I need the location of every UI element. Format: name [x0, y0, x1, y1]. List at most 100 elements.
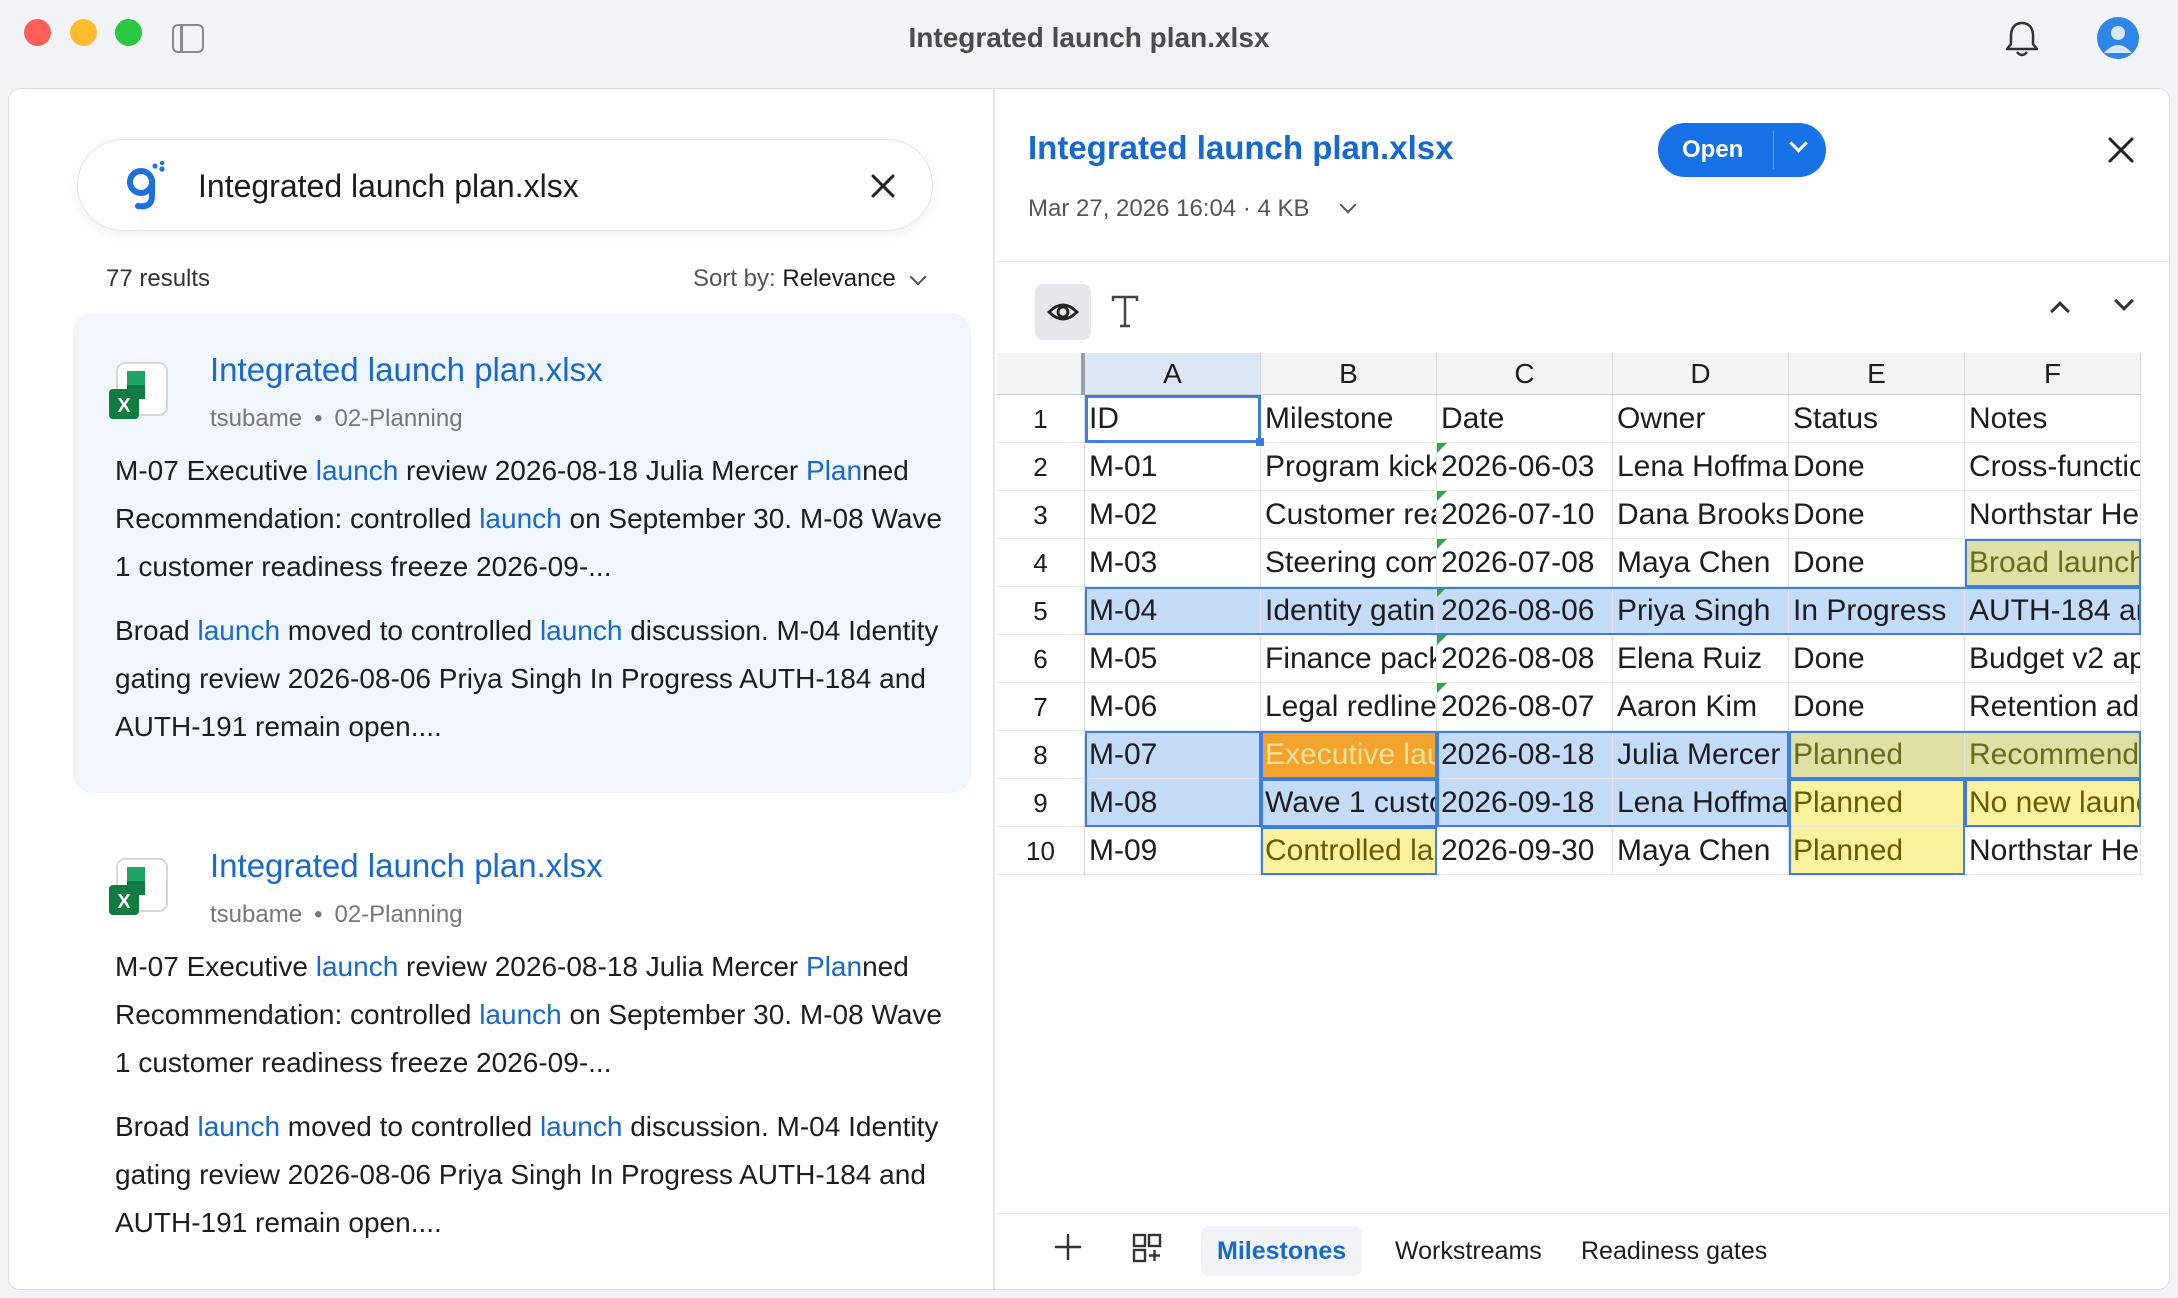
result-title[interactable]: Integrated launch plan.xlsx — [210, 351, 603, 389]
row-header[interactable]: 7 — [997, 683, 1085, 731]
sheet-cell[interactable]: 2026-06-03 — [1437, 443, 1613, 491]
chevron-down-icon[interactable] — [2114, 291, 2134, 311]
sheet-cell[interactable]: Priya Singh — [1613, 587, 1789, 635]
sheet-cell[interactable]: M-05 — [1085, 635, 1261, 683]
column-header[interactable]: F — [1965, 353, 2141, 395]
sheet-cell[interactable]: 2026-07-08 — [1437, 539, 1613, 587]
sheet-list-icon[interactable] — [1131, 1232, 1163, 1264]
result-card[interactable]: X Integrated launch plan.xlsx tsubame • 02… — [73, 313, 971, 793]
close-preview-icon[interactable] — [2105, 134, 2137, 166]
sheet-cell[interactable]: Date — [1437, 395, 1613, 443]
search-box[interactable]: Integrated launch plan.xlsx — [77, 139, 933, 231]
sheet-cell[interactable]: Planned — [1789, 827, 1965, 875]
sheet-cell[interactable]: 2026-08-06 — [1437, 587, 1613, 635]
row-header[interactable]: 8 — [997, 731, 1085, 779]
sheet-cell[interactable]: Planned — [1789, 779, 1965, 827]
plus-icon[interactable] — [1053, 1232, 1083, 1262]
sheet-cell[interactable]: Broad launch — [1965, 539, 2141, 587]
sheet-cell[interactable]: Maya Chen — [1613, 827, 1789, 875]
row-header[interactable]: 4 — [997, 539, 1085, 587]
column-header[interactable]: D — [1613, 353, 1789, 395]
sheet-cell[interactable]: Wave 1 customer — [1261, 779, 1437, 827]
row-header[interactable]: 2 — [997, 443, 1085, 491]
sort-dropdown[interactable]: Sort by: Relevance — [693, 265, 927, 293]
sheet-cell[interactable]: No new launch — [1965, 779, 2141, 827]
sheet-cell[interactable]: Program kickoff — [1261, 443, 1437, 491]
sheet-cell[interactable]: M-01 — [1085, 443, 1261, 491]
sheet-cell[interactable]: Identity gating review — [1261, 587, 1437, 635]
sheet-cell[interactable]: Northstar Health — [1965, 491, 2141, 539]
column-header[interactable]: A — [1085, 353, 1261, 395]
sheet-cell[interactable]: Done — [1789, 683, 1965, 731]
search-input[interactable]: Integrated launch plan.xlsx — [198, 168, 579, 205]
row-header[interactable]: 1 — [997, 395, 1085, 443]
row-header[interactable]: 9 — [997, 779, 1085, 827]
row-header[interactable]: 6 — [997, 635, 1085, 683]
sheet-cell[interactable]: Julia Mercer — [1613, 731, 1789, 779]
sheet-cell[interactable]: M-06 — [1085, 683, 1261, 731]
sheet-cell[interactable]: Done — [1789, 491, 1965, 539]
sheet-cell[interactable]: Owner — [1613, 395, 1789, 443]
sheet-cell[interactable]: AUTH-184 and — [1965, 587, 2141, 635]
column-header[interactable]: E — [1789, 353, 1965, 395]
clear-search-icon[interactable] — [868, 171, 898, 201]
sheet-cell[interactable]: Milestone — [1261, 395, 1437, 443]
result-title[interactable]: Integrated launch plan.xlsx — [210, 847, 603, 885]
text-mode-icon[interactable] — [1108, 292, 1142, 332]
sheet-cell[interactable]: Dana Brooks — [1613, 491, 1789, 539]
sheet-cell[interactable]: M-02 — [1085, 491, 1261, 539]
sheet-cell[interactable]: 2026-08-07 — [1437, 683, 1613, 731]
sheet-cell[interactable]: Retention addendum — [1965, 683, 2141, 731]
sheet-cell[interactable]: Status — [1789, 395, 1965, 443]
chevron-down-icon[interactable] — [1789, 134, 1808, 153]
sheet-cell[interactable]: M-09 — [1085, 827, 1261, 875]
sheet-cell[interactable]: Controlled launch — [1261, 827, 1437, 875]
sheet-cell[interactable]: Legal redline — [1261, 683, 1437, 731]
sheet-cell[interactable]: Maya Chen — [1613, 539, 1789, 587]
sheet-cell[interactable]: Recommendation — [1965, 731, 2141, 779]
sheet-cell[interactable]: Lena Hoffman — [1613, 779, 1789, 827]
sheet-cell[interactable]: Executive launch review — [1261, 731, 1437, 779]
sheet-cell[interactable]: Cross-functional — [1965, 443, 2141, 491]
sheet-cell[interactable]: Aaron Kim — [1613, 683, 1789, 731]
sheet-cell[interactable]: Notes — [1965, 395, 2141, 443]
open-button[interactable]: Open — [1658, 123, 1826, 177]
sheet-cell[interactable]: Northstar Health — [1965, 827, 2141, 875]
tab-milestones[interactable]: Milestones — [1201, 1226, 1363, 1276]
bell-icon[interactable] — [2003, 19, 2041, 59]
result-card[interactable]: X Integrated launch plan.xlsx tsubame • 02… — [73, 809, 971, 1289]
avatar[interactable] — [2097, 17, 2139, 59]
sheet-cell[interactable]: 2026-08-18 — [1437, 731, 1613, 779]
sheet-cell[interactable]: Planned — [1789, 731, 1965, 779]
preview-meta[interactable]: Mar 27, 2026 16:04 · 4 KB — [1028, 195, 1357, 223]
sheet-cell[interactable]: Done — [1789, 443, 1965, 491]
sheet-cell[interactable]: 2026-07-10 — [1437, 491, 1613, 539]
preview-mode-button[interactable] — [1035, 284, 1091, 340]
sheet-cell[interactable]: M-03 — [1085, 539, 1261, 587]
sheet-cell[interactable]: Elena Ruiz — [1613, 635, 1789, 683]
column-header[interactable]: B — [1261, 353, 1437, 395]
sheet-cell[interactable]: Finance pack — [1261, 635, 1437, 683]
sheet-cell[interactable]: Customer readiness — [1261, 491, 1437, 539]
sheet-cell[interactable]: Budget v2 approved — [1965, 635, 2141, 683]
sheet-cell[interactable]: In Progress — [1789, 587, 1965, 635]
select-all-corner[interactable] — [997, 353, 1085, 395]
sheet-cell[interactable]: M-07 — [1085, 731, 1261, 779]
sheet-cell[interactable]: M-04 — [1085, 587, 1261, 635]
row-header[interactable]: 10 — [997, 827, 1085, 875]
sheet-cell[interactable]: 2026-08-08 — [1437, 635, 1613, 683]
sheet-cell[interactable]: Steering committee — [1261, 539, 1437, 587]
sheet-cell[interactable]: Done — [1789, 539, 1965, 587]
sheet-cell[interactable]: Done — [1789, 635, 1965, 683]
sheet-cell[interactable]: 2026-09-18 — [1437, 779, 1613, 827]
preview-title[interactable]: Integrated launch plan.xlsx — [1028, 129, 1453, 167]
sheet-cell[interactable]: M-08 — [1085, 779, 1261, 827]
fill-handle[interactable] — [1256, 438, 1264, 446]
tab-workstreams[interactable]: Workstreams — [1379, 1226, 1558, 1276]
chevron-up-icon[interactable] — [2050, 301, 2070, 321]
row-header[interactable]: 5 — [997, 587, 1085, 635]
tab-readiness-gates[interactable]: Readiness gates — [1565, 1226, 1783, 1276]
sheet-cell[interactable]: Lena Hoffman — [1613, 443, 1789, 491]
sheet-cell[interactable]: ID — [1085, 395, 1261, 443]
column-header[interactable]: C — [1437, 353, 1613, 395]
